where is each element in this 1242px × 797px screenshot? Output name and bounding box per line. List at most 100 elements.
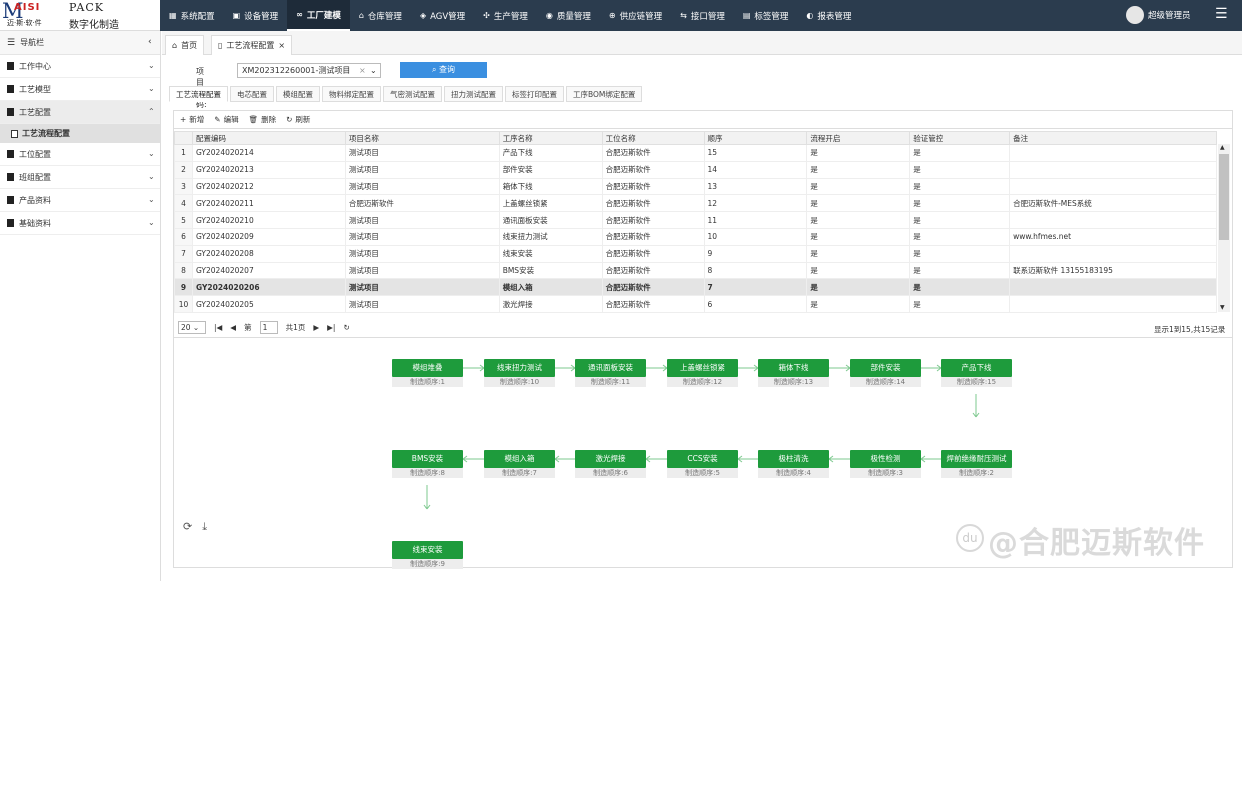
table-cell: 15 bbox=[703, 144, 808, 162]
subtab-7[interactable]: 工序BOM绑定配置 bbox=[566, 86, 643, 102]
nav-item-9[interactable]: ▤ 标签管理 bbox=[734, 0, 798, 31]
delete-button[interactable]: 🗑 删除 bbox=[249, 114, 277, 125]
tab-current[interactable]: ▯ 工艺流程配置 × bbox=[211, 35, 293, 55]
nav-item-8[interactable]: ⇆ 接口管理 bbox=[671, 0, 734, 31]
nav-item-0[interactable]: ▦ 系统配置 bbox=[160, 0, 224, 31]
reload-icon[interactable]: ↻ bbox=[343, 323, 349, 332]
table-scrollbar[interactable]: ▲ ▼ bbox=[1218, 144, 1230, 312]
subtab-3[interactable]: 物料绑定配置 bbox=[322, 86, 381, 102]
column-header[interactable]: 验证管控 bbox=[909, 131, 1011, 145]
download-icon[interactable]: ⤓ bbox=[202, 520, 207, 534]
table-row[interactable]: 1 GY2024020214 测试项目 产品下线 合肥迈斯软件 15 是是 bbox=[174, 144, 1217, 162]
nav-item-3[interactable]: ⌂ 仓库管理 bbox=[350, 0, 411, 31]
table-cell: 是 bbox=[909, 261, 1011, 280]
clear-icon[interactable]: × bbox=[359, 64, 366, 78]
flow-node[interactable]: 上盖螺丝锁紧 bbox=[667, 359, 738, 377]
file-icon: ▯ bbox=[218, 41, 223, 50]
flow-node[interactable]: BMS安装 bbox=[392, 450, 463, 468]
sidebar-item-6[interactable]: 基础资料 ⌄ bbox=[0, 212, 160, 235]
tab-home[interactable]: ⌂ 首页 bbox=[165, 35, 205, 55]
flow-node[interactable]: 极性检测 bbox=[850, 450, 921, 468]
scroll-up-icon[interactable]: ▲ bbox=[1220, 144, 1225, 151]
sub-tabs: 工艺流程配置 电芯配置 模组配置 物料绑定配置 气密测试配置 扭力测试配置 标签打印配置 工序… bbox=[169, 86, 644, 102]
flow-node[interactable]: 通讯面板安装 bbox=[575, 359, 646, 377]
table-row[interactable]: 10 GY2024020205 测试项目 激光焊接 合肥迈斯软件 6 是是 bbox=[174, 295, 1217, 313]
flow-node[interactable]: CCS安装 bbox=[667, 450, 738, 468]
flow-node[interactable]: 极柱清洗 bbox=[758, 450, 829, 468]
table-cell: 测试项目 bbox=[344, 278, 500, 297]
table-row[interactable]: 3 GY2024020212 测试项目 箱体下线 合肥迈斯软件 13 是是 bbox=[174, 177, 1217, 196]
page-size-select[interactable]: 20 ⌄ bbox=[178, 321, 206, 334]
table-row[interactable]: 8 GY2024020207 测试项目 BMS安装 合肥迈斯软件 8 是是联系迈斯软件 13… bbox=[174, 261, 1217, 280]
edit-button[interactable]: ✎ 编辑 bbox=[214, 114, 238, 125]
nav-item-6[interactable]: ◉ 质量管理 bbox=[537, 0, 600, 31]
sidebar-item-0[interactable]: 工作中心 ⌄ bbox=[0, 55, 160, 78]
column-header[interactable]: 流程开启 bbox=[806, 131, 911, 145]
nav-item-5[interactable]: ✣ 生产管理 bbox=[474, 0, 537, 31]
nav-item-7[interactable]: ⊕ 供应链管理 bbox=[600, 0, 671, 31]
table-row[interactable]: 2 GY2024020213 测试项目 部件安装 合肥迈斯软件 14 是是 bbox=[174, 160, 1217, 179]
subtab-0[interactable]: 工艺流程配置 bbox=[169, 86, 228, 102]
table-row[interactable]: 4 GY2024020211 合肥迈斯软件 上盖螺丝锁紧 合肥迈斯软件 12 是是合肥迈斯软… bbox=[174, 194, 1217, 213]
add-button[interactable]: + 新增 bbox=[180, 114, 204, 125]
column-header[interactable]: 顺序 bbox=[703, 131, 808, 145]
subtab-2[interactable]: 模组配置 bbox=[276, 86, 320, 102]
flow-node[interactable]: 产品下线 bbox=[941, 359, 1012, 377]
query-button[interactable]: ⌕ 查询 bbox=[400, 62, 487, 78]
page-input[interactable]: 1 bbox=[259, 321, 278, 334]
subtab-1[interactable]: 电芯配置 bbox=[230, 86, 274, 102]
collapse-icon[interactable]: ‹ bbox=[148, 37, 152, 47]
nav-icon: ◉ bbox=[545, 11, 553, 20]
flow-node[interactable]: 线束安装 bbox=[392, 541, 463, 559]
table-row[interactable]: 9 GY2024020206 测试项目 模组入箱 合肥迈斯软件 7 是是 bbox=[174, 278, 1217, 297]
sidebar-item-5[interactable]: 产品资料 ⌄ bbox=[0, 189, 160, 212]
table-row[interactable]: 7 GY2024020208 测试项目 线束安装 合肥迈斯软件 9 是是 bbox=[174, 244, 1217, 263]
flow-node[interactable]: 激光焊接 bbox=[575, 450, 646, 468]
scroll-down-icon[interactable]: ▼ bbox=[1220, 304, 1225, 311]
sidebar-item-3[interactable]: 工位配置 ⌄ bbox=[0, 143, 160, 166]
prev-page-icon[interactable]: ◀ bbox=[230, 323, 236, 332]
refresh-label: 刷新 bbox=[295, 115, 311, 124]
close-icon[interactable]: × bbox=[278, 41, 285, 50]
table-row[interactable]: 6 GY2024020209 测试项目 线束扭力测试 合肥迈斯软件 10 是是 www.hfm… bbox=[174, 227, 1217, 246]
nav-item-2[interactable]: ∞ 工厂建模 bbox=[287, 0, 350, 31]
chevron-down-icon[interactable]: ⌄ bbox=[370, 64, 377, 78]
file-icon bbox=[7, 219, 14, 227]
table-cell: BMS安装 bbox=[498, 261, 603, 280]
column-header[interactable]: 工位名称 bbox=[601, 131, 705, 145]
subtab-6[interactable]: 标签打印配置 bbox=[505, 86, 564, 102]
project-code-select[interactable]: XM202312260001-测试项目 × ⌄ bbox=[237, 63, 381, 78]
refresh-button[interactable]: ↻ 刷新 bbox=[286, 114, 310, 125]
flow-node[interactable]: 线束扭力测试 bbox=[484, 359, 555, 377]
flow-node[interactable]: 部件安装 bbox=[850, 359, 921, 377]
column-header[interactable]: 项目名称 bbox=[344, 131, 500, 145]
nav-item-4[interactable]: ◈ AGV管理 bbox=[411, 0, 474, 31]
sidebar-sub-item[interactable]: 工艺流程配置 bbox=[0, 124, 160, 143]
scroll-thumb[interactable] bbox=[1219, 154, 1229, 240]
flow-node[interactable]: 模组堆叠 bbox=[392, 359, 463, 377]
sidebar-item-2[interactable]: 工艺配置 ⌃ bbox=[0, 101, 160, 124]
column-header[interactable]: 备注 bbox=[1009, 131, 1217, 145]
rotate-icon[interactable]: ⟳ bbox=[183, 520, 192, 534]
flow-node[interactable]: 焊前绝缘耐压测试 bbox=[941, 450, 1012, 468]
menu-icon[interactable]: ☰ bbox=[1215, 6, 1228, 22]
flow-node[interactable]: 模组入箱 bbox=[484, 450, 555, 468]
last-page-icon[interactable]: ▶| bbox=[327, 323, 335, 332]
nav-item-1[interactable]: ▣ 设备管理 bbox=[224, 0, 288, 31]
table-cell: 是 bbox=[806, 295, 911, 313]
subtab-5[interactable]: 扭力测试配置 bbox=[444, 86, 503, 102]
sidebar-item-1[interactable]: 工艺模型 ⌄ bbox=[0, 78, 160, 101]
subtab-4[interactable]: 气密测试配置 bbox=[383, 86, 442, 102]
table-row[interactable]: 5 GY2024020210 测试项目 通讯面板安装 合肥迈斯软件 11 是是 bbox=[174, 211, 1217, 229]
nav-item-10[interactable]: ◐ 报表管理 bbox=[797, 0, 860, 31]
column-header[interactable]: 配置编码 bbox=[191, 131, 346, 145]
column-header[interactable]: 工序名称 bbox=[498, 131, 603, 145]
next-page-icon[interactable]: ▶ bbox=[313, 323, 319, 332]
user-menu[interactable]: 超级管理员 bbox=[1126, 6, 1191, 24]
sidebar-item-4[interactable]: 班组配置 ⌄ bbox=[0, 166, 160, 189]
flow-node[interactable]: 箱体下线 bbox=[758, 359, 829, 377]
table-cell: 是 bbox=[806, 160, 911, 179]
flow-node-caption: 制造顺序:12 bbox=[667, 377, 738, 387]
table-cell: 13 bbox=[703, 177, 808, 196]
first-page-icon[interactable]: |◀ bbox=[214, 323, 222, 332]
